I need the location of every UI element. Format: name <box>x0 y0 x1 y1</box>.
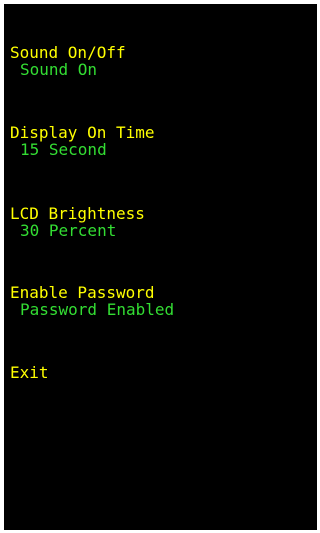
brightness-label: LCD Brightness <box>10 204 145 223</box>
brightness-value: 30 Percent <box>20 221 117 240</box>
password-label: Enable Password <box>10 283 155 302</box>
settings-screen: Sound On/Off Sound On Display On Time 15… <box>4 4 317 530</box>
menu-item-exit[interactable]: Exit <box>10 364 49 381</box>
sound-value: Sound On <box>20 60 98 79</box>
menu-item-brightness[interactable]: LCD Brightness 30 Percent <box>10 205 145 239</box>
menu-item-display-time[interactable]: Display On Time 15 Second <box>10 124 155 158</box>
sound-label: Sound On/Off <box>10 43 126 62</box>
menu-item-sound[interactable]: Sound On/Off Sound On <box>10 44 126 78</box>
menu-item-password[interactable]: Enable Password Password Enabled <box>10 284 174 318</box>
password-value: Password Enabled <box>20 300 175 319</box>
display-time-value: 15 Second <box>20 140 107 159</box>
exit-label: Exit <box>10 363 49 382</box>
display-time-label: Display On Time <box>10 123 155 142</box>
